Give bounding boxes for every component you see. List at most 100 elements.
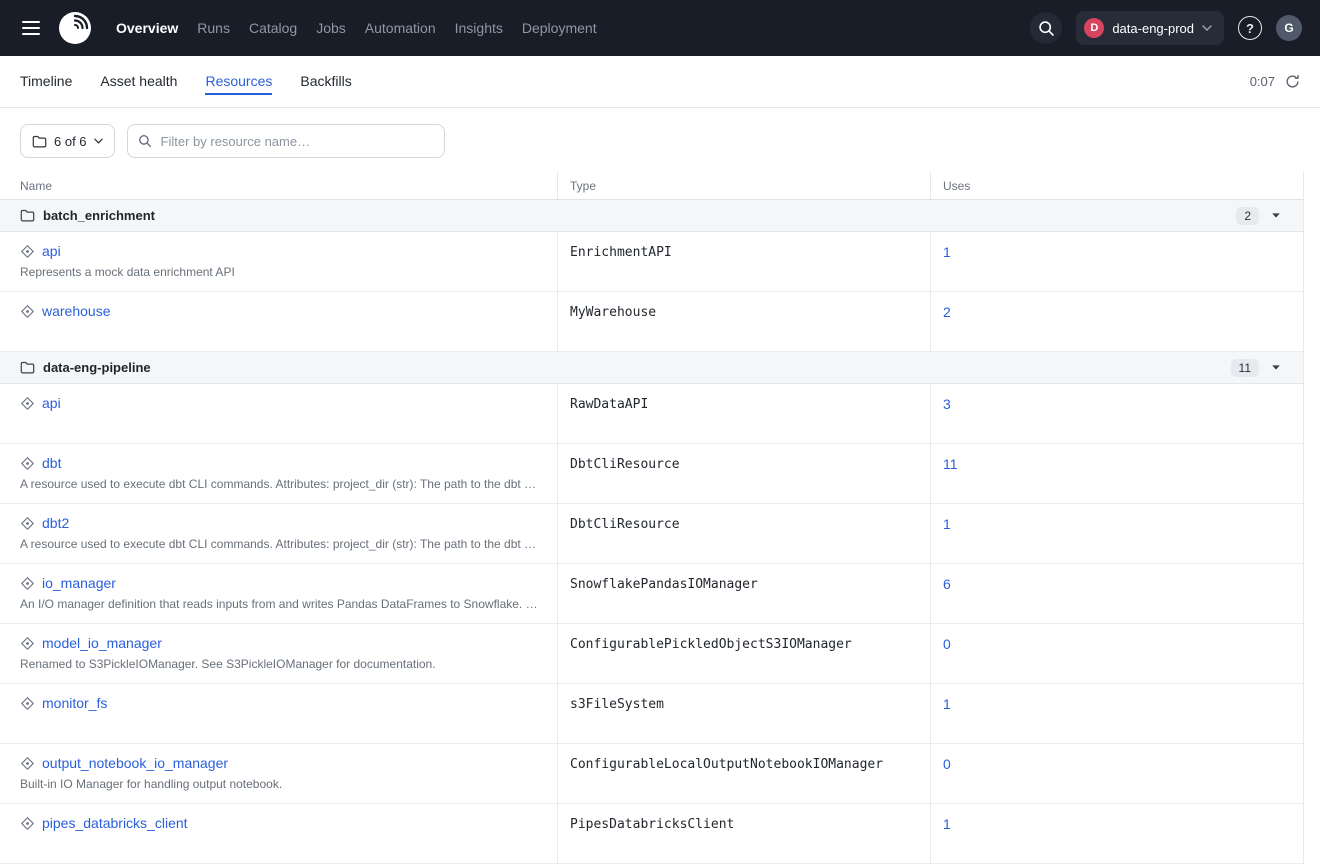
deployment-name: data-eng-prod bbox=[1112, 21, 1194, 36]
uses-count-link[interactable]: 1 bbox=[943, 244, 951, 260]
uses-cell: 1 bbox=[930, 684, 1303, 743]
resource-name-link[interactable]: monitor_fs bbox=[42, 695, 107, 711]
help-icon[interactable]: ? bbox=[1238, 16, 1262, 40]
resource-group-header-batch-enrichment[interactable]: batch_enrichment2 bbox=[0, 200, 1303, 232]
nav-item-overview[interactable]: Overview bbox=[116, 20, 178, 36]
resource-type: s3FileSystem bbox=[557, 684, 930, 743]
uses-count-link[interactable]: 11 bbox=[943, 456, 958, 472]
primary-nav: Overview Runs Catalog Jobs Automation Insight… bbox=[116, 20, 597, 36]
resource-name-link[interactable]: warehouse bbox=[42, 303, 111, 319]
nav-item-deployment[interactable]: Deployment bbox=[522, 20, 597, 36]
resource-name-link[interactable]: api bbox=[42, 243, 61, 259]
nav-item-insights[interactable]: Insights bbox=[455, 20, 503, 36]
nav-item-jobs[interactable]: Jobs bbox=[316, 20, 346, 36]
resource-name-link[interactable]: api bbox=[42, 395, 61, 411]
table-row: dbt2A resource used to execute dbt CLI c… bbox=[0, 504, 1303, 564]
table-row: monitor_fs s3FileSystem 1 bbox=[0, 684, 1303, 744]
resource-filter-box bbox=[127, 124, 445, 158]
tab-timeline[interactable]: Timeline bbox=[20, 69, 72, 95]
column-header-type: Type bbox=[557, 172, 930, 199]
resource-name-link[interactable]: io_manager bbox=[42, 575, 116, 591]
nav-item-automation[interactable]: Automation bbox=[365, 20, 436, 36]
nav-right: D data-eng-prod ? G bbox=[1030, 11, 1302, 45]
folder-icon bbox=[20, 361, 35, 374]
uses-cell: 6 bbox=[930, 564, 1303, 623]
refresh-icon[interactable] bbox=[1285, 74, 1300, 89]
resource-filter-input[interactable] bbox=[159, 133, 434, 150]
resource-name-line: api bbox=[20, 243, 541, 259]
resource-type: RawDataAPI bbox=[557, 384, 930, 443]
group-count-dropdown[interactable]: 6 of 6 bbox=[20, 124, 115, 158]
uses-cell: 1 bbox=[930, 504, 1303, 563]
tab-asset-health[interactable]: Asset health bbox=[100, 69, 177, 95]
tab-bar-right: 0:07 bbox=[1250, 74, 1300, 89]
group-header-right: 11 bbox=[1231, 359, 1281, 377]
group-count-badge: 11 bbox=[1231, 359, 1259, 377]
resource-name-link[interactable]: pipes_databricks_client bbox=[42, 815, 188, 831]
avatar[interactable]: G bbox=[1276, 15, 1302, 41]
uses-count-link[interactable]: 1 bbox=[943, 816, 951, 832]
uses-cell: 0 bbox=[930, 744, 1303, 803]
resource-name-line: dbt bbox=[20, 455, 541, 471]
tab-bar: Timeline Asset health Resources Backfills 0… bbox=[0, 56, 1320, 108]
name-cell: api bbox=[0, 384, 557, 443]
chevron-down-icon bbox=[1202, 25, 1212, 31]
name-cell: api Represents a mock data enrichment API bbox=[0, 232, 557, 291]
chevron-down-icon[interactable] bbox=[1271, 364, 1281, 371]
name-cell: dbtA resource used to execute dbt CLI co… bbox=[0, 444, 557, 503]
uses-count-link[interactable]: 1 bbox=[943, 696, 951, 712]
uses-count-link[interactable]: 2 bbox=[943, 304, 951, 320]
name-cell: dbt2A resource used to execute dbt CLI c… bbox=[0, 504, 557, 563]
uses-count-link[interactable]: 3 bbox=[943, 396, 951, 412]
name-cell: pipes_databricks_client bbox=[0, 804, 557, 863]
table-row: output_notebook_io_managerBuilt-in IO Ma… bbox=[0, 744, 1303, 804]
group-header-right: 2 bbox=[1236, 207, 1281, 225]
tab-resources[interactable]: Resources bbox=[205, 69, 272, 95]
deployment-switcher[interactable]: D data-eng-prod bbox=[1076, 11, 1224, 45]
name-cell: monitor_fs bbox=[0, 684, 557, 743]
name-cell: model_io_manager Renamed to S3PickleIOMan… bbox=[0, 624, 557, 683]
resource-group-header-data-eng-pipeline[interactable]: data-eng-pipeline11 bbox=[0, 352, 1303, 384]
group-count-badge: 2 bbox=[1236, 207, 1259, 225]
resource-description: Represents a mock data enrichment API bbox=[20, 265, 541, 279]
resource-icon bbox=[20, 576, 35, 591]
nav-item-runs[interactable]: Runs bbox=[197, 20, 230, 36]
resource-icon bbox=[20, 516, 35, 531]
resource-name-line: dbt2 bbox=[20, 515, 541, 531]
resource-icon bbox=[20, 696, 35, 711]
resource-icon bbox=[20, 396, 35, 411]
uses-count-link[interactable]: 0 bbox=[943, 756, 951, 772]
resource-icon bbox=[20, 756, 35, 771]
uses-cell: 1 bbox=[930, 804, 1303, 863]
tab-list: Timeline Asset health Resources Backfills bbox=[20, 69, 352, 95]
resource-description: An I/O manager definition that reads inp… bbox=[20, 597, 541, 611]
table-header-row: NameTypeUses bbox=[0, 172, 1303, 200]
top-nav: Overview Runs Catalog Jobs Automation Insight… bbox=[0, 0, 1320, 56]
uses-count-link[interactable]: 0 bbox=[943, 636, 951, 652]
resource-name-link[interactable]: dbt bbox=[42, 455, 61, 471]
uses-count-link[interactable]: 6 bbox=[943, 576, 951, 592]
search-icon[interactable] bbox=[1030, 12, 1062, 44]
resource-name-line: monitor_fs bbox=[20, 695, 541, 711]
column-header-uses: Uses bbox=[930, 172, 1303, 199]
resource-name-link[interactable]: output_notebook_io_manager bbox=[42, 755, 228, 771]
tab-backfills[interactable]: Backfills bbox=[300, 69, 351, 95]
uses-cell: 11 bbox=[930, 444, 1303, 503]
resource-name-line: io_manager bbox=[20, 575, 541, 591]
resources-table: NameTypeUses batch_enrichment2api Represe… bbox=[0, 172, 1304, 864]
uses-count-link[interactable]: 1 bbox=[943, 516, 951, 532]
resource-type: DbtCliResource bbox=[557, 504, 930, 563]
resource-icon bbox=[20, 636, 35, 651]
chevron-down-icon[interactable] bbox=[1271, 212, 1281, 219]
refresh-timer: 0:07 bbox=[1250, 74, 1275, 89]
resource-name-link[interactable]: dbt2 bbox=[42, 515, 69, 531]
nav-item-catalog[interactable]: Catalog bbox=[249, 20, 297, 36]
resource-name-link[interactable]: model_io_manager bbox=[42, 635, 162, 651]
table-row: model_io_manager Renamed to S3PickleIOMan… bbox=[0, 624, 1303, 684]
table-row: dbtA resource used to execute dbt CLI co… bbox=[0, 444, 1303, 504]
table-row: io_manager An I/O manager definition that… bbox=[0, 564, 1303, 624]
menu-icon[interactable] bbox=[18, 14, 46, 42]
dagster-logo-icon[interactable] bbox=[58, 11, 92, 45]
name-cell: io_manager An I/O manager definition that… bbox=[0, 564, 557, 623]
resource-description: Renamed to S3PickleIOManager. See S3Pick… bbox=[20, 657, 541, 671]
